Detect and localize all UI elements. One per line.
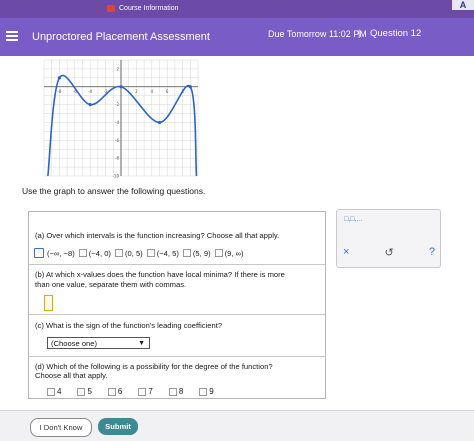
corner-badge: A — [452, 0, 474, 10]
x-tick-label: 2 — [135, 89, 138, 94]
checkbox[interactable] — [34, 248, 44, 258]
degree-option[interactable]: 7 — [138, 387, 153, 396]
checkbox[interactable] — [146, 249, 155, 257]
y-tick-label: -4 — [115, 120, 119, 125]
part-b-question-line2: than one value, separate them with comma… — [35, 280, 187, 289]
degree-option[interactable]: 8 — [168, 387, 183, 396]
checkbox[interactable] — [114, 249, 123, 257]
y-tick-label: -6 — [115, 138, 119, 143]
leading-coefficient-select[interactable]: (Choose one) ▼ — [47, 337, 150, 349]
checkbox[interactable] — [168, 387, 177, 396]
minima-answer-input[interactable] — [44, 295, 53, 311]
clear-icon[interactable]: × — [343, 246, 349, 259]
course-info-label: Course Information — [119, 5, 179, 12]
interval-option[interactable]: (5, 9) — [182, 249, 211, 258]
dropdown-arrow-icon: ▼ — [138, 340, 145, 347]
part-c-question: (c) What is the sign of the function's l… — [35, 321, 223, 330]
y-tick-label: -2 — [115, 102, 119, 107]
x-tick-label: 6 — [166, 89, 169, 94]
checkbox[interactable] — [214, 249, 223, 257]
interval-option[interactable]: (−∞, −8) — [34, 248, 75, 258]
due-date: Due Tomorrow 11:02 PM — [268, 29, 367, 39]
instruction-text: Use the graph to answer the following qu… — [22, 186, 206, 196]
interval-option[interactable]: (0, 5) — [114, 249, 143, 258]
assessment-header: Unproctored Placement Assessment Due Tom… — [0, 18, 474, 56]
system-bar: Course Information A — [0, 0, 474, 18]
x-tick-label: -8 — [57, 89, 61, 94]
tools-row: × ↺ ? — [343, 246, 435, 259]
course-info-icon — [107, 5, 115, 12]
y-tick-label: -10 — [112, 174, 119, 179]
menu-icon[interactable] — [6, 31, 18, 41]
select-value: (Choose one) — [51, 339, 98, 348]
part-a-section: (a) Over which intervals is the function… — [29, 212, 325, 265]
part-b-question-line1: (b) At which x-values does the function … — [35, 270, 285, 279]
header-separator: | — [358, 28, 361, 38]
checkbox[interactable] — [78, 249, 87, 257]
checkbox[interactable] — [47, 387, 55, 396]
help-icon[interactable]: ? — [429, 246, 435, 259]
part-a-question: (a) Over which intervals is the function… — [35, 231, 280, 240]
degree-options: 4 5 6 7 8 9 — [47, 387, 230, 396]
checkbox[interactable] — [199, 387, 208, 396]
part-c-section: (c) What is the sign of the function's l… — [29, 314, 325, 357]
checkbox[interactable] — [77, 387, 86, 396]
degree-option[interactable]: 4 — [47, 387, 61, 396]
key-point — [157, 120, 162, 125]
part-d-question-line1: (d) Which of the following is a possibil… — [35, 362, 273, 371]
degree-option[interactable]: 5 — [77, 387, 92, 396]
degree-option[interactable]: 6 — [107, 387, 122, 396]
interval-option[interactable]: (−4, 0) — [78, 249, 111, 258]
question-panel: (a) Over which intervals is the function… — [28, 211, 326, 399]
footer-bar: I Don't Know Submit — [0, 410, 474, 441]
submit-button[interactable]: Submit — [98, 418, 138, 435]
part-b-section: (b) At which x-values does the function … — [29, 264, 325, 315]
part-d-question-line2: Choose all that apply. — [35, 371, 108, 380]
undo-icon[interactable]: ↺ — [385, 246, 394, 259]
part-a-options: (−∞, −8) (−4, 0) (0, 5) (−4, 5) (5, 9) (… — [29, 248, 253, 258]
y-tick-label: -8 — [115, 156, 119, 161]
interval-option[interactable]: (9, ∞) — [214, 249, 244, 258]
interval-option[interactable]: (−4, 5) — [146, 249, 179, 258]
answer-tools-panel: □,□,... × ↺ ? — [336, 209, 441, 268]
question-number: Question 12 — [370, 28, 422, 39]
checkbox[interactable] — [182, 249, 191, 257]
course-information-link[interactable]: Course Information — [107, 5, 179, 12]
key-point — [119, 85, 123, 89]
page-title: Unproctored Placement Assessment — [32, 31, 210, 43]
x-tick-label: -4 — [88, 89, 92, 94]
key-point — [88, 103, 92, 107]
dont-know-button[interactable]: I Don't Know — [30, 418, 92, 437]
degree-option[interactable]: 9 — [199, 387, 214, 396]
interval-palette-button[interactable]: □,□,... — [344, 216, 362, 223]
function-graph: -8 -6 -4 -2 2 4 6 82-2-4-6-8-10 — [43, 59, 199, 179]
part-d-section: (d) Which of the following is a possibil… — [29, 356, 325, 398]
function-curve — [47, 74, 198, 177]
key-point — [188, 85, 192, 89]
checkbox[interactable] — [107, 387, 116, 396]
key-point — [57, 76, 61, 80]
x-tick-label: 4 — [151, 89, 154, 94]
checkbox[interactable] — [138, 387, 147, 396]
